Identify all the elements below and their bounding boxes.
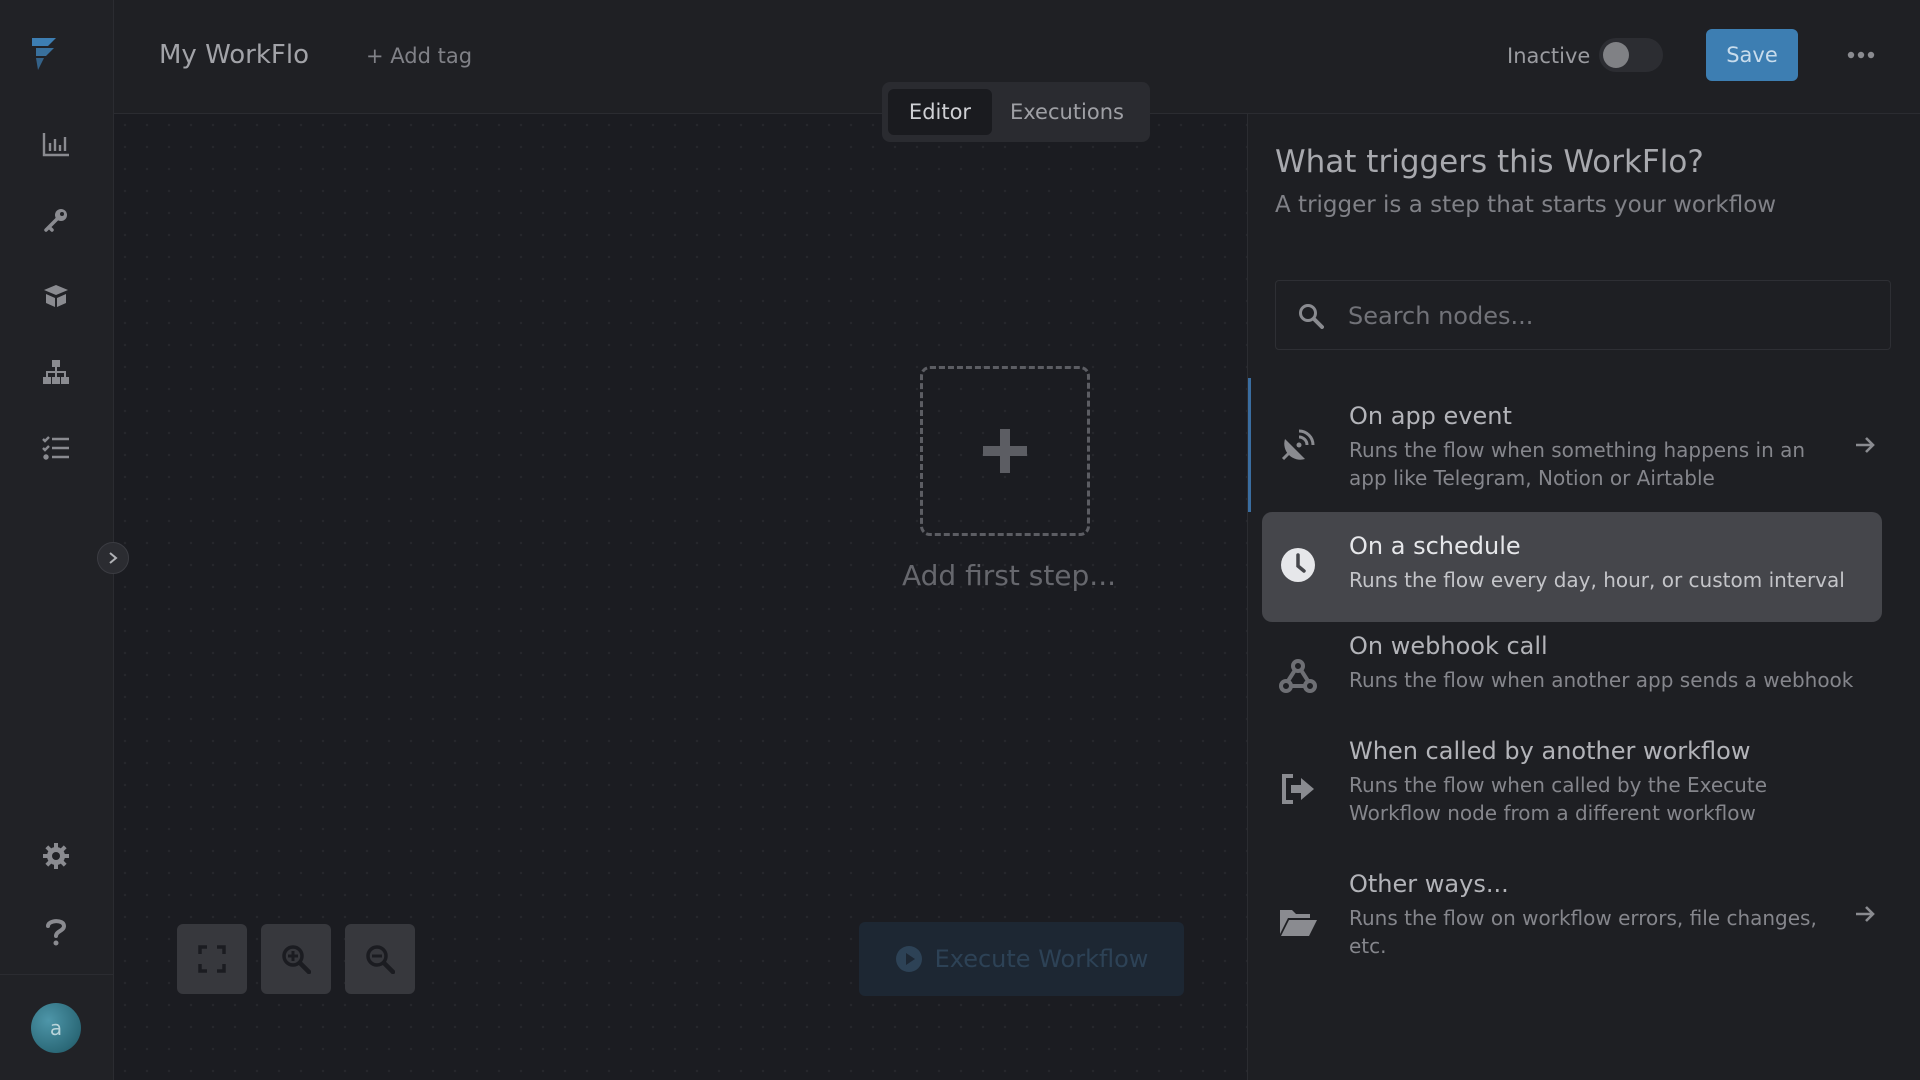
- item-description: Runs the flow when something happens in …: [1349, 438, 1806, 490]
- gear-icon[interactable]: [36, 836, 76, 876]
- item-title: On app event: [1349, 402, 1512, 430]
- tab-editor[interactable]: Editor: [888, 89, 992, 135]
- app-logo-icon[interactable]: [30, 36, 64, 72]
- sidebar-expand-button[interactable]: [97, 542, 129, 574]
- list-item-on-a-schedule[interactable]: On a schedule Runs the flow every day, h…: [1262, 512, 1882, 622]
- scroll-indicator[interactable]: [1248, 378, 1251, 512]
- fit-view-button[interactable]: [177, 924, 247, 994]
- workflow-name[interactable]: My WorkFlo: [159, 40, 309, 70]
- plus-icon: [983, 429, 1027, 473]
- play-icon: [895, 946, 922, 972]
- tab-executions[interactable]: Executions: [992, 89, 1142, 135]
- list-item-other-ways[interactable]: Other ways... Runs the flow on workflow …: [1262, 870, 1882, 980]
- add-tag-link[interactable]: + Add tag: [366, 44, 472, 68]
- box-icon[interactable]: [36, 276, 76, 316]
- arrow-right-icon: [1854, 903, 1876, 925]
- list-icon[interactable]: [36, 428, 76, 468]
- help-icon[interactable]: [36, 912, 76, 952]
- view-tabs: Editor Executions: [882, 82, 1150, 142]
- item-description: Runs the flow every day, hour, or custom…: [1349, 568, 1845, 592]
- add-first-step-button[interactable]: [920, 366, 1090, 536]
- add-first-step-label: Add first step...: [902, 559, 1116, 592]
- bar-chart-icon[interactable]: [36, 124, 76, 164]
- item-description: Runs the flow when another app sends a w…: [1349, 668, 1854, 692]
- zoom-out-icon: [366, 945, 395, 974]
- network-icon[interactable]: [36, 352, 76, 392]
- key-icon[interactable]: [36, 200, 76, 240]
- fit-view-icon: [198, 945, 226, 973]
- arrow-right-icon: [1854, 434, 1876, 456]
- toggle-knob: [1603, 42, 1629, 68]
- active-toggle[interactable]: [1599, 38, 1663, 72]
- list-item-on-app-event[interactable]: On app event Runs the flow when somethin…: [1262, 392, 1882, 502]
- item-description: Runs the flow on workflow errors, file c…: [1349, 906, 1817, 958]
- item-title: When called by another workflow: [1349, 737, 1751, 765]
- sidebar-divider: [0, 974, 113, 975]
- execute-workflow-label: Execute Workflow: [934, 945, 1149, 973]
- search-box: [1275, 280, 1891, 350]
- webhook-icon: [1278, 656, 1318, 696]
- sign-out-icon: [1278, 769, 1318, 809]
- search-input[interactable]: [1346, 295, 1870, 337]
- zoom-out-button[interactable]: [345, 924, 415, 994]
- panel-subtitle: A trigger is a step that starts your wor…: [1275, 192, 1777, 218]
- zoom-in-button[interactable]: [261, 924, 331, 994]
- execute-workflow-button[interactable]: Execute Workflow: [859, 922, 1184, 996]
- zoom-in-icon: [282, 945, 311, 974]
- save-button[interactable]: Save: [1706, 29, 1798, 81]
- clock-icon: [1278, 545, 1318, 585]
- trigger-panel: What triggers this WorkFlo? A trigger is…: [1247, 114, 1920, 1080]
- item-title: On a schedule: [1349, 532, 1521, 560]
- more-options-icon[interactable]: [1846, 40, 1876, 70]
- folder-open-icon: [1278, 902, 1318, 942]
- item-title: On webhook call: [1349, 632, 1548, 660]
- item-description: Runs the flow when called by the Execute…: [1349, 773, 1767, 825]
- avatar[interactable]: a: [31, 1003, 81, 1053]
- search-icon: [1298, 303, 1324, 329]
- item-title: Other ways...: [1349, 870, 1509, 898]
- workflow-canvas[interactable]: Add first step... Execute Workflow: [114, 114, 1247, 1080]
- panel-title: What triggers this WorkFlo?: [1275, 144, 1704, 180]
- satellite-dish-icon: [1278, 426, 1318, 466]
- status-label: Inactive: [1507, 44, 1591, 68]
- list-item-on-webhook-call[interactable]: On webhook call Runs the flow when anoth…: [1262, 632, 1882, 722]
- left-sidebar: a: [0, 0, 114, 1080]
- list-item-called-by-workflow[interactable]: When called by another workflow Runs the…: [1262, 737, 1882, 847]
